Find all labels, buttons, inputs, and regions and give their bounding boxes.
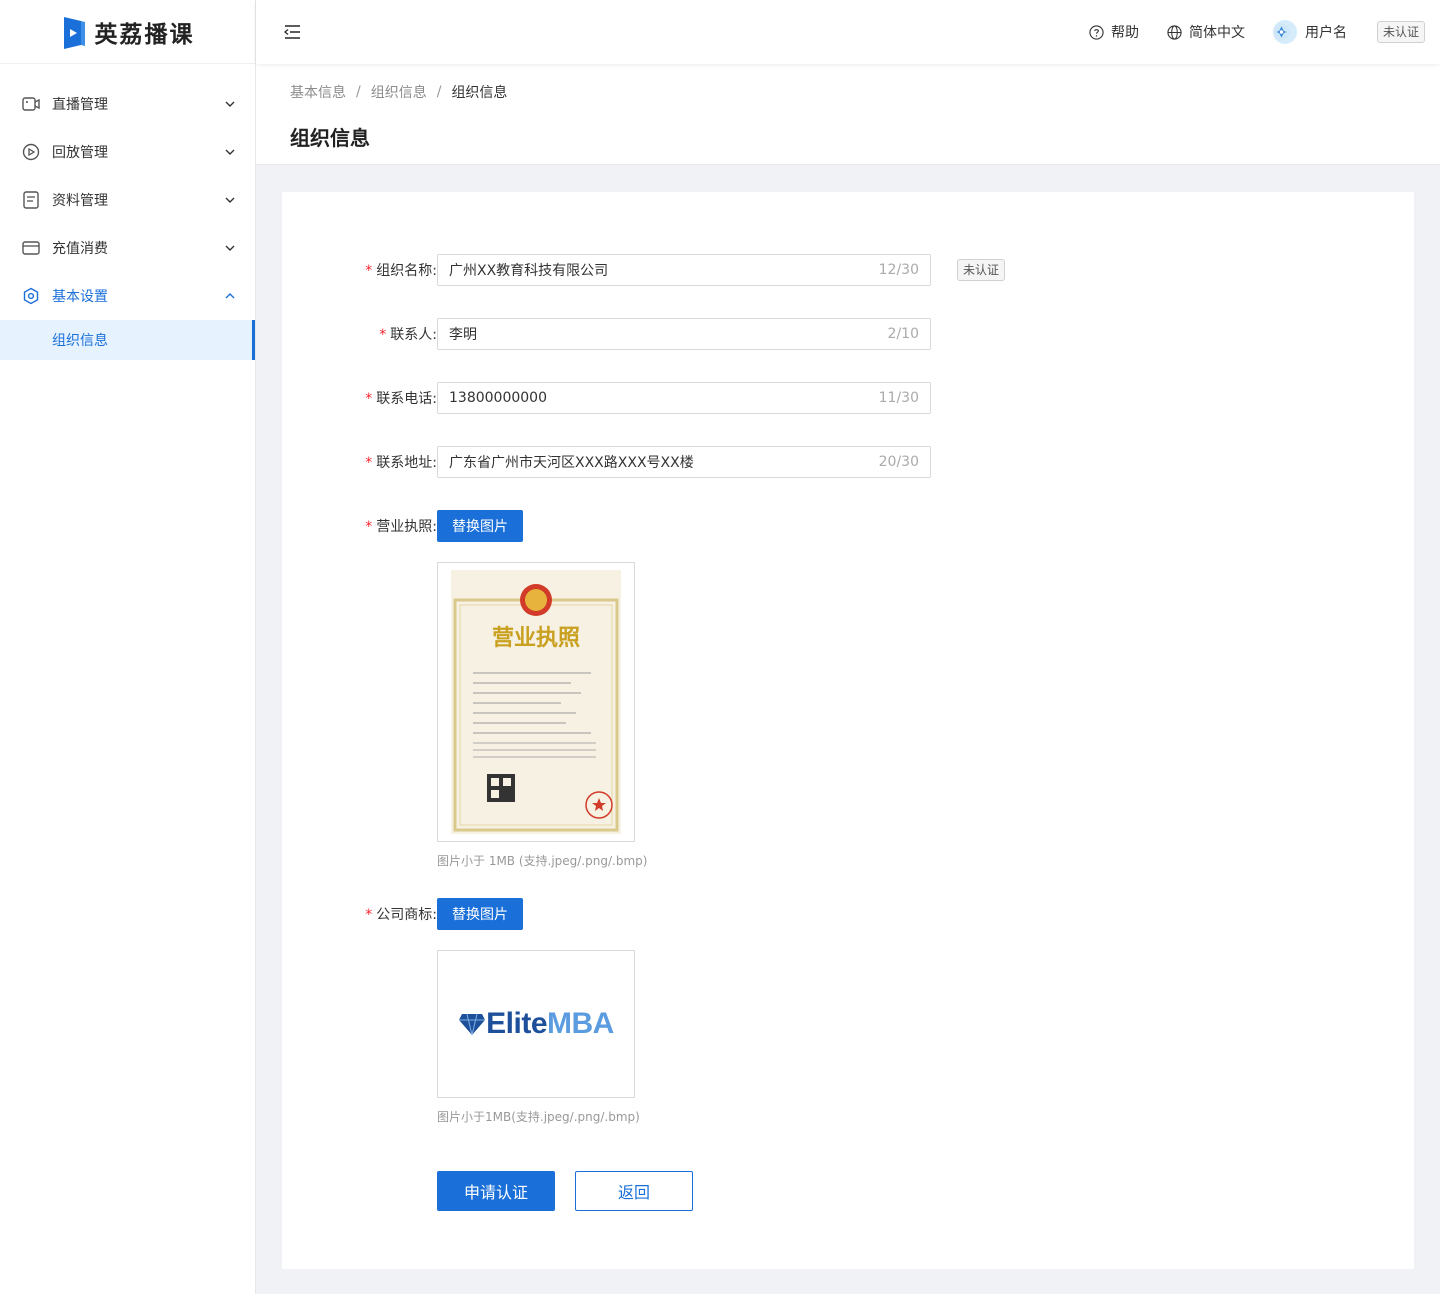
status-badge: 未认证: [1376, 21, 1425, 43]
avatar: [1272, 20, 1297, 44]
sidebar-subitem-label: 组织信息: [52, 333, 108, 349]
globe-icon: [1167, 24, 1182, 40]
address-value: 广东省广州市天河区XXX路XXX号XX楼: [449, 455, 694, 471]
contact-row: * 联系人: 李明 2/10: [282, 318, 931, 350]
settings-hexagon-icon: [21, 286, 41, 306]
license-hint: 图片小于 1MB (支持.jpeg/.png/.bmp): [437, 854, 648, 868]
breadcrumb-current: 组织信息: [451, 85, 508, 101]
chevron-down-icon: [225, 147, 235, 157]
sidebar-item-label: 回放管理: [52, 145, 108, 161]
license-row: * 营业执照: 替换图片: [282, 510, 523, 542]
sidebar-item-materials[interactable]: 资料管理: [0, 176, 255, 224]
brand-name: 英荔播课: [94, 21, 195, 48]
video-camera-icon: [21, 94, 41, 114]
char-counter: 20/30: [878, 454, 919, 470]
sidebar-item-settings[interactable]: 基本设置: [0, 272, 255, 320]
help-link[interactable]: 帮助: [1089, 22, 1139, 42]
phone-label: * 联系电话:: [365, 391, 437, 407]
license-image: 营业执照: [437, 562, 635, 842]
sidebar-item-recharge[interactable]: 充值消费: [0, 224, 255, 272]
sidebar-item-label: 直播管理: [52, 97, 108, 113]
user-menu[interactable]: 用户名: [1272, 20, 1347, 44]
document-icon: [21, 190, 41, 210]
phone-input[interactable]: 13800000000 11/30: [437, 382, 931, 414]
language-label: 简体中文: [1188, 25, 1245, 41]
sidebar-item-replay[interactable]: 回放管理: [0, 128, 255, 176]
username-label: 用户名: [1304, 25, 1347, 41]
org-name-label: * 组织名称:: [365, 263, 437, 279]
org-status-badge: 未认证: [957, 259, 1006, 281]
char-counter: 2/10: [887, 326, 919, 342]
sidebar-subitem-org-info[interactable]: 组织信息: [0, 320, 255, 360]
company-logo: Elite MBA: [458, 1007, 614, 1041]
apply-certification-button[interactable]: 申请认证: [437, 1171, 555, 1211]
brand-logo-icon: [63, 16, 85, 49]
breadcrumb: 基本信息 / 组织信息 / 组织信息: [290, 82, 1440, 102]
org-name-input[interactable]: 广州XX教育科技有限公司 12/30: [437, 254, 931, 286]
help-label: 帮助: [1110, 25, 1139, 41]
breadcrumb-item[interactable]: 基本信息: [290, 82, 346, 102]
sidebar-item-label: 基本设置: [52, 289, 108, 305]
char-counter: 11/30: [878, 390, 919, 406]
logo-row: * 公司商标: 替换图片: [282, 898, 523, 930]
address-label: * 联系地址:: [365, 455, 437, 471]
char-counter: 12/30: [878, 262, 919, 278]
logo-text-mba: MBA: [547, 1007, 614, 1040]
diamond-icon: [459, 1013, 486, 1036]
chevron-down-icon: [225, 243, 235, 253]
sidebar-menu: 直播管理 回放管理 资料管理 充值消费 基本设置 组织信息: [0, 64, 255, 360]
sidebar: 英荔播课 直播管理 回放管理 资料管理 充值消费 基本设置 组织信息: [0, 0, 256, 1294]
page-title: 组织信息: [290, 126, 370, 150]
address-input[interactable]: 广东省广州市天河区XXX路XXX号XX楼 20/30: [437, 446, 931, 478]
brand-logo[interactable]: 英荔播课: [0, 0, 255, 64]
contact-input[interactable]: 李明 2/10: [437, 318, 931, 350]
chevron-down-icon: [225, 99, 235, 109]
sidebar-item-label: 资料管理: [52, 193, 108, 209]
org-name-row: * 组织名称: 广州XX教育科技有限公司 12/30 未认证: [282, 254, 1006, 286]
replace-logo-button[interactable]: 替换图片: [437, 898, 523, 930]
replace-license-button[interactable]: 替换图片: [437, 510, 523, 542]
address-row: * 联系地址: 广东省广州市天河区XXX路XXX号XX楼 20/30: [282, 446, 931, 478]
breadcrumb-separator: /: [436, 84, 442, 100]
logo-hint: 图片小于1MB(支持.jpeg/.png/.bmp): [437, 1110, 640, 1124]
org-name-value: 广州XX教育科技有限公司: [449, 263, 609, 279]
replay-icon: [21, 142, 41, 162]
breadcrumb-separator: /: [356, 84, 361, 100]
logo-text-elite: Elite: [486, 1007, 548, 1040]
top-header: 帮助 简体中文 用户名 未认证: [256, 0, 1440, 64]
breadcrumb-item[interactable]: 组织信息: [371, 82, 427, 102]
logo-label: * 公司商标:: [365, 907, 437, 923]
contact-label: * 联系人:: [379, 327, 437, 343]
wallet-icon: [21, 238, 41, 258]
license-certificate-image: 营业执照: [451, 570, 621, 834]
contact-value: 李明: [449, 327, 477, 343]
org-info-card: * 组织名称: 广州XX教育科技有限公司 12/30 未认证 * 联系人: 李明 2…: [282, 192, 1414, 1269]
page-header: 基本信息 / 组织信息 / 组织信息 组织信息: [256, 64, 1440, 165]
back-button[interactable]: 返回: [575, 1171, 693, 1211]
header-right: 帮助 简体中文 用户名 未认证: [1061, 20, 1440, 44]
sidebar-item-live[interactable]: 直播管理: [0, 80, 255, 128]
chevron-up-icon: [225, 291, 235, 301]
help-circle-icon: [1089, 24, 1104, 40]
logo-image: Elite MBA: [437, 950, 635, 1098]
form-actions: 申请认证 返回: [437, 1171, 693, 1211]
menu-collapse-icon[interactable]: [282, 22, 302, 42]
svg-text:营业执照: 营业执照: [492, 626, 580, 651]
language-switch[interactable]: 简体中文: [1167, 22, 1245, 42]
chevron-down-icon: [225, 195, 235, 205]
license-label: * 营业执照:: [365, 519, 437, 535]
phone-value: 13800000000: [449, 390, 547, 406]
sidebar-item-label: 充值消费: [52, 241, 108, 257]
phone-row: * 联系电话: 13800000000 11/30: [282, 382, 931, 414]
